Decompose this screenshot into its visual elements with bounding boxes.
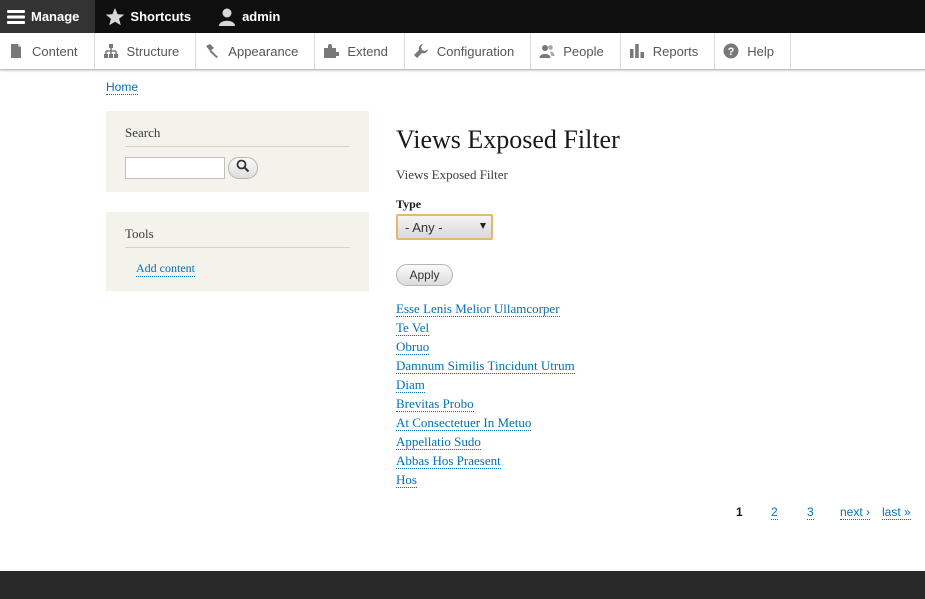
shortcuts-label: Shortcuts	[130, 9, 192, 24]
paintbrush-icon	[204, 43, 220, 59]
manage-tab[interactable]: Manage	[0, 0, 96, 33]
tray-item-structure[interactable]: Structure	[95, 33, 197, 69]
pager-page-2[interactable]: 2	[771, 505, 778, 520]
search-icon	[236, 159, 250, 178]
manage-label: Manage	[31, 9, 80, 24]
toolbar-tray: Content Structure Appearance Extend Conf…	[0, 33, 925, 70]
tray-label-content: Content	[32, 43, 78, 59]
tray-item-reports[interactable]: Reports	[621, 33, 716, 69]
result-link[interactable]: Esse Lenis Melior Ullamcorper	[396, 301, 560, 317]
pager-next-link[interactable]: next ›	[840, 505, 871, 520]
search-input[interactable]	[125, 157, 225, 179]
hamburger-icon	[6, 7, 26, 27]
page-title: Views Exposed Filter	[396, 125, 620, 154]
list-item: Hos	[396, 470, 916, 489]
tray-label-help: Help	[747, 43, 774, 59]
list-item: Brevitas Probo	[396, 394, 916, 413]
pager-current-page: 1	[736, 505, 743, 519]
file-icon	[8, 43, 24, 59]
pager-page-3[interactable]: 3	[807, 505, 814, 520]
result-link[interactable]: Damnum Similis Tincidunt Utrum	[396, 358, 575, 374]
tray-item-extend[interactable]: Extend	[315, 33, 405, 69]
help-icon: ?	[723, 43, 739, 59]
page-footer	[0, 571, 925, 599]
tray-item-content[interactable]: Content	[0, 33, 95, 69]
result-link[interactable]: Obruo	[396, 339, 430, 355]
result-link[interactable]: Abbas Hos Praesent	[396, 453, 501, 469]
add-content-link[interactable]: Add content	[136, 261, 195, 277]
dropdown-arrow-icon	[480, 223, 486, 229]
type-filter-select[interactable]: - Any -	[396, 214, 493, 240]
breadcrumb-home-link[interactable]: Home	[106, 80, 139, 95]
list-item: Obruo	[396, 337, 916, 356]
list-item: Te Vel	[396, 318, 916, 337]
result-link[interactable]: Brevitas Probo	[396, 396, 474, 412]
result-link[interactable]: Diam	[396, 377, 425, 393]
results-list: Esse Lenis Melior Ullamcorper Te Vel Obr…	[396, 299, 916, 489]
search-button[interactable]	[228, 157, 258, 179]
result-link[interactable]: Te Vel	[396, 320, 430, 336]
list-item: At Consectetuer In Metuo	[396, 413, 916, 432]
pager-last-link[interactable]: last »	[882, 505, 911, 520]
type-filter-label: Type	[396, 197, 422, 211]
tray-item-help[interactable]: ? Help	[715, 33, 791, 69]
search-form	[125, 157, 350, 179]
list-item: Damnum Similis Tincidunt Utrum	[396, 356, 916, 375]
user-tab[interactable]: admin	[205, 0, 292, 33]
tools-block: Tools Add content	[106, 212, 369, 291]
list-item: Esse Lenis Melior Ullamcorper	[396, 299, 916, 318]
list-item: Appellatio Sudo	[396, 432, 916, 451]
svg-text:?: ?	[728, 46, 735, 58]
result-link[interactable]: Hos	[396, 472, 417, 488]
puzzle-icon	[323, 43, 341, 59]
result-link[interactable]: Appellatio Sudo	[396, 434, 481, 450]
star-icon	[105, 7, 125, 27]
search-block-title: Search	[125, 125, 350, 147]
shortcuts-tab[interactable]: Shortcuts	[95, 0, 205, 33]
tray-label-reports: Reports	[652, 43, 699, 59]
people-icon	[539, 43, 555, 59]
user-label: admin	[242, 9, 281, 24]
list-item: Abbas Hos Praesent	[396, 451, 916, 470]
result-link[interactable]: At Consectetuer In Metuo	[396, 415, 532, 431]
sitemap-icon	[103, 43, 119, 59]
type-filter-value: - Any -	[405, 220, 443, 235]
tray-label-extend: Extend	[347, 43, 388, 59]
list-item: Diam	[396, 375, 916, 394]
bar-chart-icon	[629, 43, 645, 59]
search-block: Search	[106, 111, 369, 192]
tools-block-title: Tools	[125, 226, 350, 248]
admin-toolbar: Manage Shortcuts admin	[0, 0, 925, 33]
user-icon	[217, 7, 237, 27]
tray-item-people[interactable]: People	[531, 33, 621, 69]
apply-button[interactable]: Apply	[396, 264, 453, 286]
tray-item-appearance[interactable]: Appearance	[196, 33, 316, 69]
tray-label-appearance: Appearance	[228, 43, 299, 59]
main-content: Views Exposed Filter Views Exposed Filte…	[396, 124, 916, 489]
tray-item-configuration[interactable]: Configuration	[405, 33, 532, 69]
pager: 1 2 3 next › last »	[0, 505, 925, 521]
breadcrumb: Home	[106, 80, 139, 95]
view-header: Views Exposed Filter	[396, 167, 508, 182]
tray-label-configuration: Configuration	[436, 43, 515, 59]
tray-label-people: People	[563, 43, 604, 59]
tray-label-structure: Structure	[126, 43, 180, 59]
wrench-icon	[413, 43, 429, 59]
